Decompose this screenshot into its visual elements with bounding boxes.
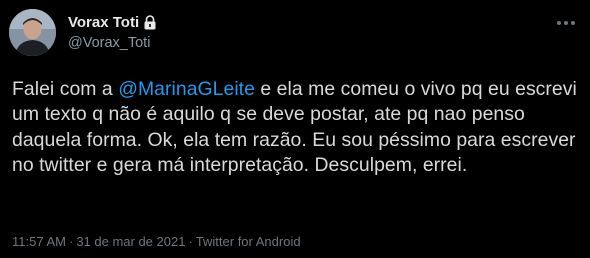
profile-photo-icon [9, 9, 56, 56]
meta-separator: · [188, 234, 193, 249]
tweet-time[interactable]: 11:57 AM [12, 234, 66, 249]
tweet-meta: 11:57 AM · 31 de mar de 2021 · Twitter for A… [12, 234, 301, 249]
mention-link[interactable]: @MarinaGLeite [118, 78, 255, 100]
tweet-source[interactable]: Twitter for Android [196, 234, 301, 249]
tweet-card: Vorax Toti @Vorax_Toti Falei com a @Mari… [0, 0, 590, 258]
display-name-row: Vorax Toti [68, 12, 157, 32]
avatar[interactable] [9, 9, 56, 56]
ellipsis-icon[interactable] [556, 14, 576, 25]
author-names: Vorax Toti @Vorax_Toti [68, 12, 157, 51]
tweet-date[interactable]: 31 de mar de 2021 [76, 234, 185, 249]
display-name[interactable]: Vorax Toti [68, 14, 139, 31]
tweet-text: Falei com a @MarinaGLeite e ela me comeu… [12, 77, 582, 179]
tweet-text-start: Falei com a [12, 78, 119, 100]
handle[interactable]: @Vorax_Toti [68, 35, 157, 51]
meta-separator: · [68, 234, 74, 249]
lock-icon [143, 14, 157, 30]
